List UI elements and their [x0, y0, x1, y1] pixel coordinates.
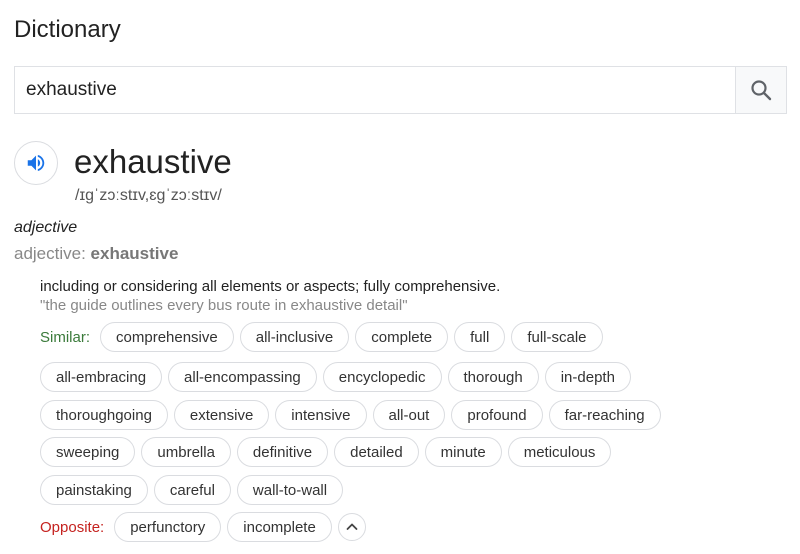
- headword: exhaustive: [74, 143, 232, 180]
- antonym-chip[interactable]: incomplete: [227, 512, 332, 542]
- synonym-chip[interactable]: full: [454, 322, 506, 352]
- synonym-chip[interactable]: comprehensive: [100, 322, 234, 352]
- synonym-chip[interactable]: profound: [451, 400, 543, 430]
- synonym-chip[interactable]: complete: [355, 322, 449, 352]
- search-icon: [751, 80, 772, 101]
- speaker-icon: [27, 154, 45, 172]
- similar-row: all-embracing all-encompassing encyclope…: [40, 362, 631, 392]
- similar-row: Similar: comprehensive all-inclusive com…: [40, 322, 603, 352]
- synonym-chip[interactable]: all-embracing: [40, 362, 163, 392]
- part-of-speech-line: adjective: exhaustive: [14, 244, 178, 264]
- synonym-chip[interactable]: meticulous: [507, 437, 612, 467]
- synonym-chip[interactable]: careful: [153, 475, 231, 505]
- similar-row: painstaking careful wall-to-wall: [40, 475, 344, 505]
- synonym-chip[interactable]: intensive: [275, 400, 367, 430]
- pos-label: adjective:: [14, 244, 91, 263]
- similar-label: Similar:: [40, 328, 91, 346]
- synonym-chip[interactable]: umbrella: [141, 437, 231, 467]
- synonym-chip[interactable]: sweeping: [40, 437, 136, 467]
- antonym-chip[interactable]: perfunctory: [114, 512, 222, 542]
- example-sentence: "the guide outlines every bus route in e…: [40, 297, 408, 314]
- opposite-label: Opposite:: [40, 518, 105, 536]
- synonym-chip[interactable]: in-depth: [544, 362, 631, 392]
- synonym-chip[interactable]: encyclopedic: [322, 362, 442, 392]
- phonetic-transcription: /ɪɡˈzɔːstɪv,ɛɡˈzɔːstɪv/: [75, 187, 222, 204]
- search-button[interactable]: [735, 67, 786, 113]
- chevron-up-icon: [346, 523, 358, 530]
- similar-row: sweeping umbrella definitive detailed mi…: [40, 437, 612, 467]
- search-input[interactable]: [15, 67, 735, 113]
- synonym-chip[interactable]: all-inclusive: [239, 322, 350, 352]
- part-of-speech: adjective: [14, 219, 78, 236]
- synonym-chip[interactable]: extensive: [173, 400, 270, 430]
- synonym-chip[interactable]: thorough: [447, 362, 539, 392]
- pos-word: exhaustive: [90, 244, 179, 263]
- page-title: Dictionary: [14, 16, 121, 43]
- collapse-button[interactable]: [337, 513, 366, 541]
- similar-row: thoroughgoing extensive intensive all-ou…: [40, 400, 661, 430]
- synonym-chip[interactable]: far-reaching: [548, 400, 661, 430]
- search-bar: [14, 66, 787, 114]
- synonym-chip[interactable]: all-encompassing: [168, 362, 317, 392]
- synonym-chip[interactable]: painstaking: [40, 475, 148, 505]
- synonym-chip[interactable]: minute: [424, 437, 502, 467]
- definition-text: including or considering all elements or…: [40, 278, 501, 295]
- opposite-row: Opposite: perfunctory incomplete: [40, 512, 366, 542]
- synonym-chip[interactable]: wall-to-wall: [236, 475, 344, 505]
- synonym-chip[interactable]: definitive: [236, 437, 329, 467]
- synonym-chip[interactable]: all-out: [372, 400, 446, 430]
- synonym-chip[interactable]: thoroughgoing: [40, 400, 168, 430]
- synonym-chip[interactable]: detailed: [334, 437, 419, 467]
- pronunciation-button[interactable]: [14, 141, 58, 185]
- synonym-chip[interactable]: full-scale: [511, 322, 603, 352]
